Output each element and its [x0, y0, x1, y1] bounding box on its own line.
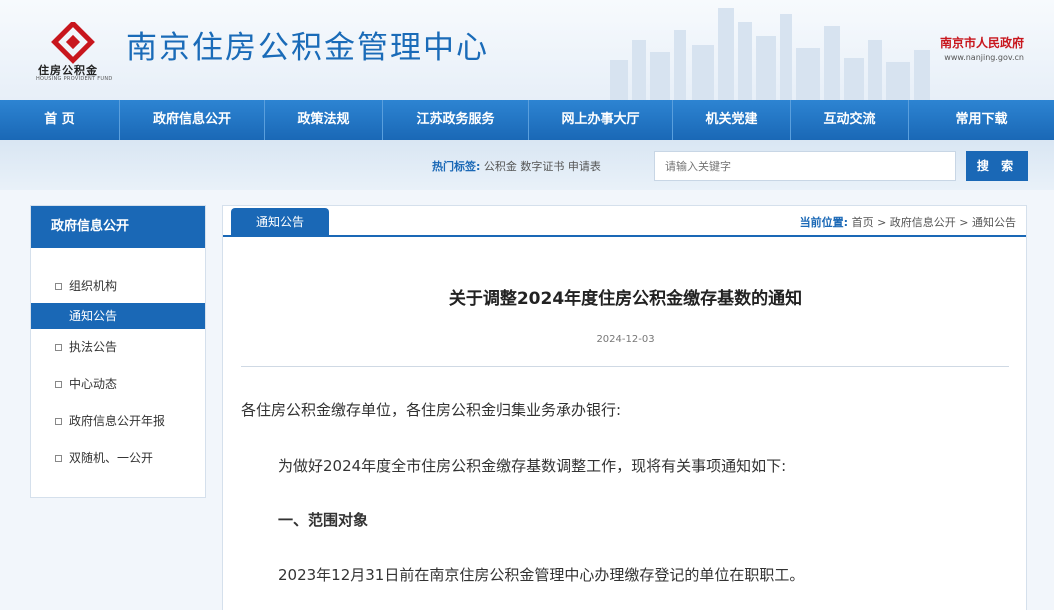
square-bullet-icon — [55, 455, 62, 462]
nav-party-building[interactable]: 机关党建 — [673, 100, 791, 140]
gov-name: 南京市人民政府 — [939, 36, 1024, 50]
search-button[interactable]: 搜 索 — [966, 151, 1028, 181]
site-header: 住房公积金 HOUSING PROVIDENT FUND 南京住房公积金管理中心… — [0, 0, 1054, 100]
article-title: 关于调整2024年度住房公积金缴存基数的通知 — [448, 289, 803, 309]
breadcrumb-label: 当前位置: — [799, 216, 849, 229]
search-input[interactable] — [654, 151, 956, 181]
content-tabbar: 通知公告 当前位置: 首页 > 政府信息公开 > 通知公告 — [223, 206, 1026, 237]
square-bullet-icon — [55, 381, 62, 388]
logo-subtitle: HOUSING PROVIDENT FUND — [36, 76, 113, 82]
tab-notices[interactable]: 通知公告 — [231, 208, 329, 237]
sidebar-item-news[interactable]: 中心动态 — [31, 366, 205, 403]
article-paragraph: 为做好2024年度全市住房公积金缴存基数调整工作，现将有关事项通知如下: — [278, 457, 787, 475]
sidebar-item-label: 组织机构 — [69, 279, 118, 293]
nav-policy[interactable]: 政策法规 — [265, 100, 383, 140]
sidebar-title: 政府信息公开 — [31, 206, 205, 248]
nav-gov-info[interactable]: 政府信息公开 — [120, 100, 265, 140]
article-paragraph: 2023年12月31日前在南京住房公积金管理中心办理缴存登记的单位在职职工。 — [278, 566, 805, 584]
square-bullet-icon — [55, 344, 62, 351]
search-bar: 热门标签: 公积金 数字证书 申请表 搜 索 — [0, 140, 1054, 190]
nav-home[interactable]: 首 页 — [0, 100, 120, 140]
sidebar-item-organization[interactable]: 组织机构 — [31, 268, 205, 305]
hot-tags-list[interactable]: 公积金 数字证书 申请表 — [484, 160, 601, 173]
city-skyline-decoration — [610, 8, 930, 100]
sidebar-item-annual-report[interactable]: 政府信息公开年报 — [31, 403, 205, 440]
sidebar-list: 组织机构 通知公告 执法公告 中心动态 政府信息公开年报 双随机、一公开 — [31, 248, 205, 477]
sidebar-item-random-inspection[interactable]: 双随机、一公开 — [31, 440, 205, 477]
article-salutation: 各住房公积金缴存单位，各住房公积金归集业务承办银行: — [241, 401, 622, 419]
sidebar: 政府信息公开 组织机构 通知公告 执法公告 中心动态 政府信息公开年报 双随机、… — [30, 205, 206, 498]
nanjing-gov-link[interactable]: 南京市人民政府 www.nanjing.gov.cn — [940, 34, 1024, 62]
sidebar-item-label: 双随机、一公开 — [69, 451, 154, 465]
breadcrumb: 当前位置: 首页 > 政府信息公开 > 通知公告 — [800, 214, 1016, 230]
sidebar-item-label: 政府信息公开年报 — [69, 414, 166, 428]
nav-online-hall[interactable]: 网上办事大厅 — [529, 100, 673, 140]
hot-tags: 热门标签: 公积金 数字证书 申请表 — [432, 158, 601, 174]
nav-interaction[interactable]: 互动交流 — [791, 100, 909, 140]
sidebar-item-label: 通知公告 — [69, 309, 118, 323]
sidebar-item-enforcement[interactable]: 执法公告 — [31, 329, 205, 366]
article-date: 2024-12-03 — [596, 334, 655, 345]
site-title: 南京住房公积金管理中心 — [126, 30, 489, 66]
main-content: 通知公告 当前位置: 首页 > 政府信息公开 > 通知公告 关于调整2024年度… — [222, 205, 1027, 610]
article-section-heading: 一、范围对象 — [278, 511, 369, 529]
breadcrumb-path[interactable]: 首页 > 政府信息公开 > 通知公告 — [852, 216, 1016, 229]
sidebar-item-notices[interactable]: 通知公告 — [31, 303, 205, 329]
nav-downloads[interactable]: 常用下载 — [909, 100, 1054, 140]
sidebar-item-label: 执法公告 — [69, 340, 118, 354]
sidebar-item-label: 中心动态 — [69, 377, 118, 391]
square-bullet-icon — [55, 418, 62, 425]
main-nav: 首 页 政府信息公开 政策法规 江苏政务服务 网上办事大厅 机关党建 互动交流 … — [0, 100, 1054, 140]
gov-url: www.nanjing.gov.cn — [944, 53, 1024, 62]
nav-jiangsu-services[interactable]: 江苏政务服务 — [383, 100, 529, 140]
square-bullet-icon — [55, 283, 62, 290]
divider — [241, 366, 1009, 367]
hot-tags-label: 热门标签: — [432, 160, 481, 173]
